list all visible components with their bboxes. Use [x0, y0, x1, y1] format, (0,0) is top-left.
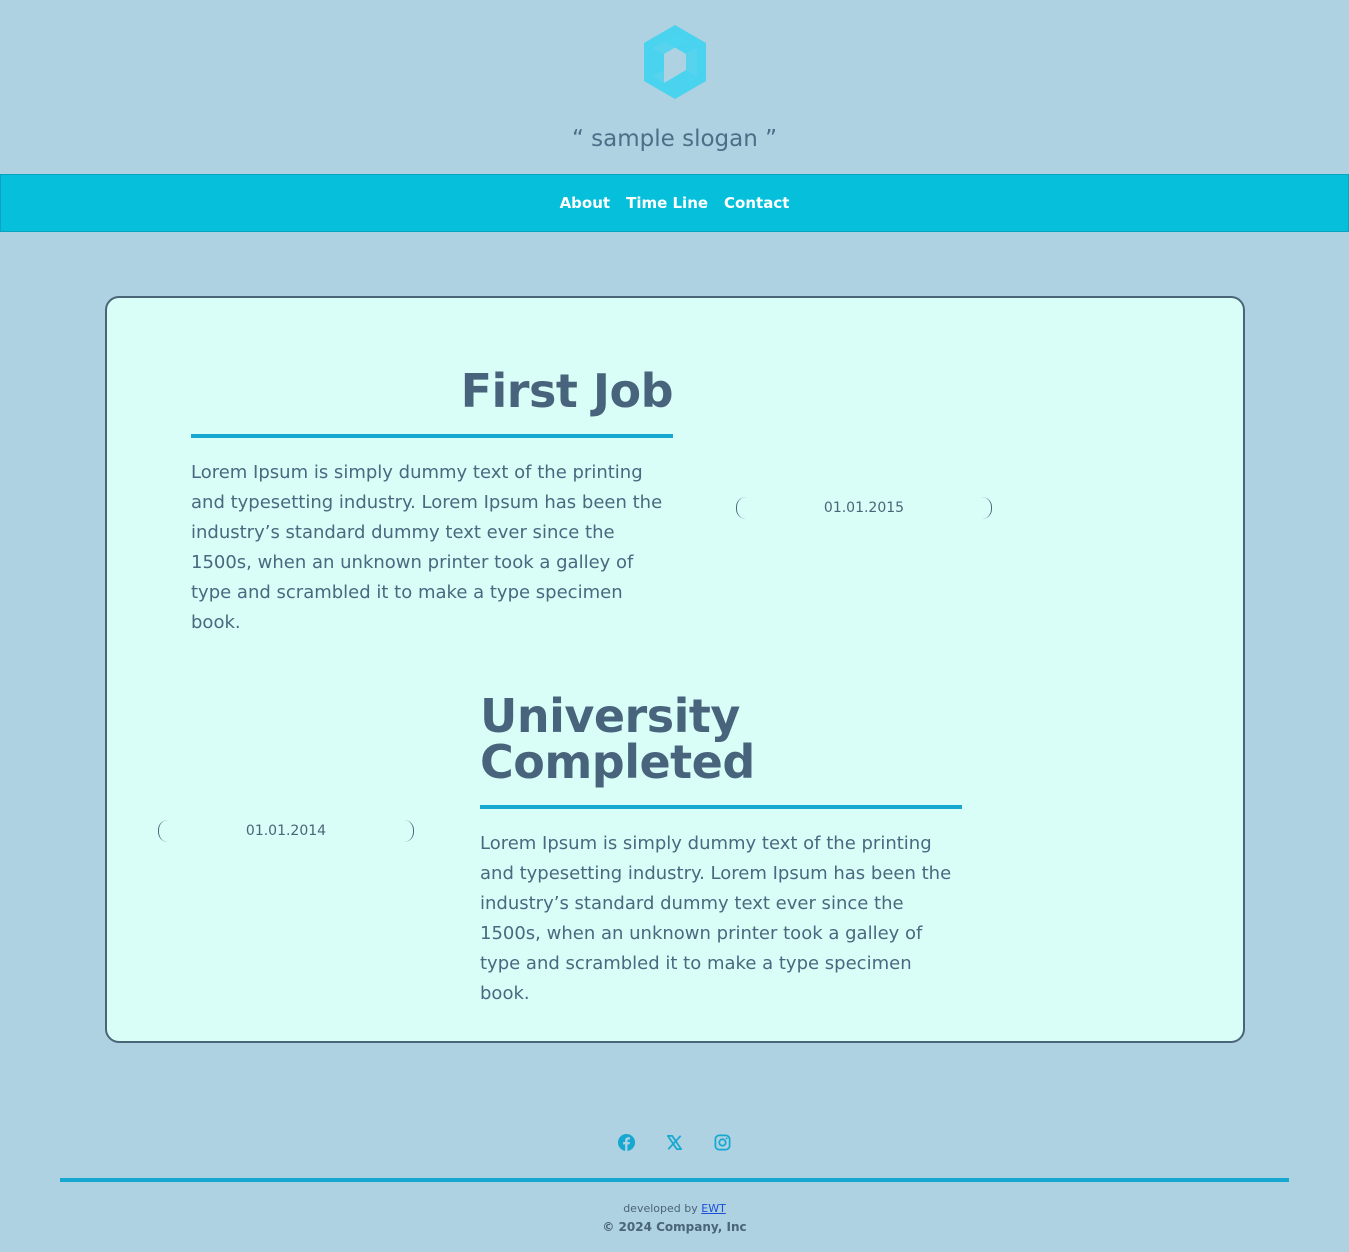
event-title: First Job [460, 364, 674, 418]
timeline-event: First Job Lorem Ipsum is simply dummy te… [191, 364, 674, 638]
event-date: 01.01.2015 [736, 497, 992, 519]
developer-link[interactable]: EWT [701, 1202, 726, 1215]
nav-link-contact[interactable]: Contact [723, 194, 790, 212]
site-header: “ sample slogan ” [0, 0, 1349, 174]
instagram-icon[interactable] [713, 1133, 732, 1152]
event-divider [191, 434, 673, 438]
event-title: University Completed [480, 689, 755, 789]
event-divider [480, 805, 962, 809]
hexagon-cube-logo[interactable] [640, 23, 710, 101]
nav-link-timeline[interactable]: Time Line [625, 194, 709, 212]
developer-credit-text: developed by [623, 1202, 698, 1215]
x-icon[interactable] [665, 1133, 684, 1152]
event-description: Lorem Ipsum is simply dummy text of the … [480, 833, 952, 1004]
site-slogan: “ sample slogan ” [571, 126, 778, 152]
copyright-text: © 2024 Company, Inc [602, 1220, 747, 1234]
event-description: Lorem Ipsum is simply dummy text of the … [191, 462, 663, 633]
social-links [0, 1133, 1349, 1152]
facebook-icon[interactable] [617, 1133, 636, 1152]
nav-link-about[interactable]: About [559, 194, 612, 212]
developer-credit: developed by EWT [0, 1202, 1349, 1215]
footer-divider [60, 1178, 1289, 1182]
event-date: 01.01.2014 [158, 820, 414, 842]
main-navigation: About Time Line Contact [0, 174, 1349, 232]
timeline-event: University Completed Lorem Ipsum is simp… [480, 693, 962, 1009]
timeline-card: First Job Lorem Ipsum is simply dummy te… [105, 296, 1245, 1043]
